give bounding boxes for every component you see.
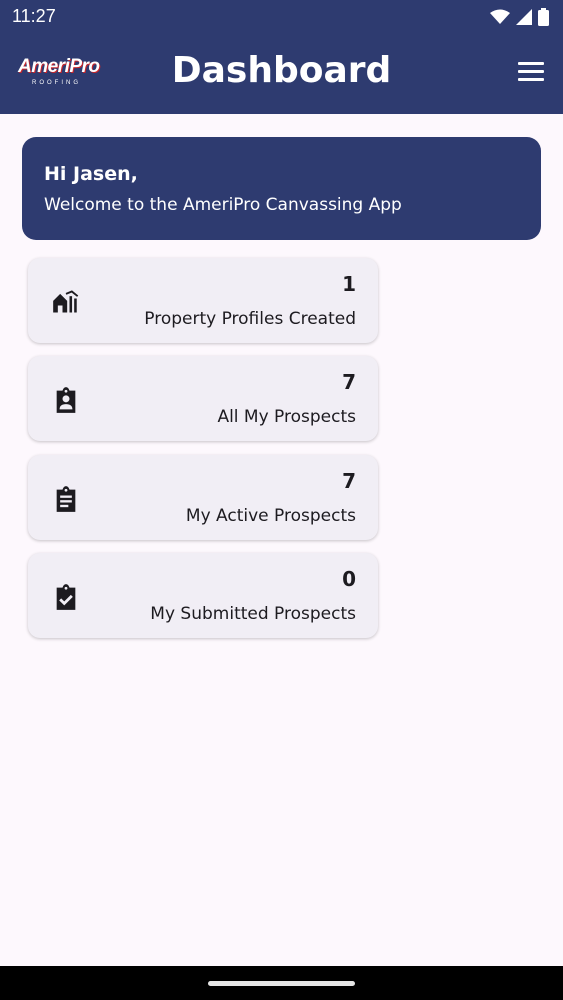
clipboard-check-icon — [56, 584, 76, 610]
stat-count: 7 — [342, 370, 356, 394]
system-navigation-bar — [0, 966, 563, 1000]
stat-card-property-profiles[interactable]: 1 Property Profiles Created — [28, 258, 378, 343]
wifi-icon — [490, 9, 510, 24]
houses-icon — [53, 290, 79, 313]
status-bar: 11:27 — [0, 0, 563, 34]
stat-count: 0 — [342, 567, 356, 591]
clipboard-text-icon — [56, 486, 76, 512]
welcome-card: Hi Jasen, Welcome to the AmeriPro Canvas… — [22, 137, 541, 240]
battery-icon — [538, 8, 549, 26]
top-bar: 11:27 AmeriPro ROOFING Dashboard — [0, 0, 563, 114]
status-icons — [490, 6, 549, 28]
hamburger-menu-icon[interactable] — [517, 62, 545, 86]
welcome-message: Welcome to the AmeriPro Canvassing App — [44, 195, 402, 215]
status-time: 11:27 — [12, 6, 56, 26]
stat-card-all-prospects[interactable]: 7 All My Prospects — [28, 356, 378, 441]
stat-label: All My Prospects — [217, 407, 356, 427]
home-indicator[interactable] — [208, 981, 355, 986]
welcome-greeting: Hi Jasen, — [44, 163, 138, 185]
stat-label: My Active Prospects — [185, 506, 356, 526]
cellular-signal-icon — [516, 9, 532, 25]
stat-count: 7 — [342, 469, 356, 493]
stat-label: Property Profiles Created — [144, 309, 356, 329]
stat-card-active-prospects[interactable]: 7 My Active Prospects — [28, 455, 378, 540]
page-title: Dashboard — [171, 50, 392, 91]
app-bar: AmeriPro ROOFING Dashboard — [0, 34, 563, 114]
clipboard-account-icon — [56, 387, 76, 413]
stat-card-submitted-prospects[interactable]: 0 My Submitted Prospects — [28, 553, 378, 638]
dashboard-screen: 11:27 AmeriPro ROOFING Dashboard Hi Jase… — [0, 0, 563, 1000]
stat-count: 1 — [342, 272, 356, 296]
stat-label: My Submitted Prospects — [150, 604, 356, 624]
